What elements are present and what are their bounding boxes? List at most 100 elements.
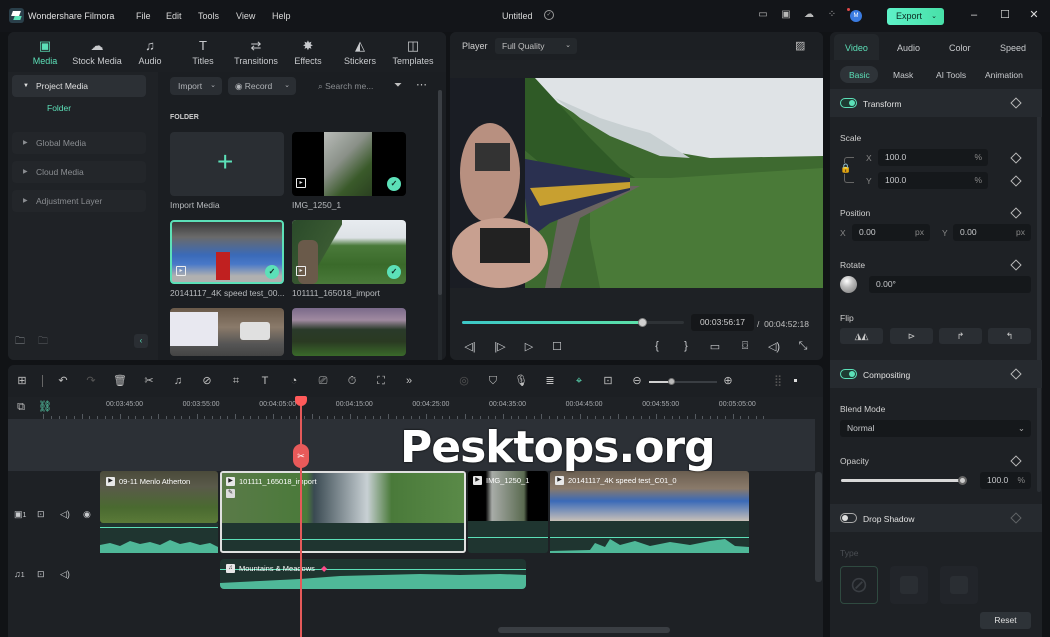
tab-media[interactable]: ▣ Media — [15, 38, 75, 66]
zoom-in-icon[interactable]: ⊕ — [721, 374, 735, 388]
next-frame-icon[interactable]: |▷ — [493, 340, 507, 353]
import-media-tile[interactable]: + — [170, 132, 284, 196]
close-button[interactable]: ✕ — [1027, 8, 1041, 22]
tab-video[interactable]: Video — [845, 43, 868, 53]
music-list-icon[interactable]: ≣ — [543, 374, 557, 388]
redo-icon[interactable]: ↷ — [84, 374, 98, 388]
subtab-basic[interactable]: Basic — [849, 70, 870, 80]
keyframe-icon[interactable] — [1010, 152, 1022, 164]
tag-icon[interactable]: ⊘ — [200, 374, 214, 388]
layout-icon[interactable]: ▭ — [757, 9, 769, 21]
mute-track-icon[interactable]: ◁) — [60, 509, 70, 520]
zoom-out-icon[interactable]: ⊖ — [630, 374, 644, 388]
menu-tools[interactable]: Tools — [198, 11, 219, 21]
menu-edit[interactable]: Edit — [166, 11, 182, 21]
split-playhead-icon[interactable]: ✂ — [293, 444, 309, 468]
search-input[interactable]: ⌕ Search me... — [318, 77, 373, 95]
collapse-sidebar-button[interactable]: ‹ — [134, 334, 148, 348]
media-scrollbar[interactable] — [438, 90, 442, 295]
timeline-vertical-scrollbar[interactable] — [815, 472, 822, 582]
camera-snapshot-icon[interactable]: ⌼ — [738, 340, 752, 353]
timeline-zoom-slider[interactable] — [649, 378, 717, 385]
mute-track-icon[interactable]: ◁) — [60, 569, 70, 580]
marker-icon[interactable]: ⛉ — [486, 374, 500, 388]
keyframe-icon[interactable] — [1010, 207, 1022, 219]
tab-stickers[interactable]: ◭ Stickers — [330, 38, 390, 66]
volume-icon[interactable]: ◁) — [767, 340, 781, 353]
text-icon[interactable]: T — [258, 374, 272, 388]
tab-speed[interactable]: Speed — [1000, 43, 1026, 53]
properties-scrollbar[interactable] — [1037, 92, 1041, 492]
lock-icon[interactable]: 🔒 — [840, 163, 852, 174]
position-x-input[interactable]: 0.00 px — [852, 224, 930, 241]
layout-grid-icon[interactable]: ⊞ — [15, 374, 29, 388]
menu-dot-icon[interactable] — [794, 379, 797, 382]
opacity-slider[interactable] — [841, 476, 967, 485]
tab-audio[interactable]: Audio — [897, 43, 920, 53]
transform-toggle[interactable] — [840, 98, 857, 108]
reset-button[interactable]: Reset — [980, 612, 1031, 629]
tab-templates[interactable]: ◫ Templates — [383, 38, 443, 66]
export-button[interactable]: Export ⌄ — [887, 8, 944, 25]
delete-icon[interactable]: 🗑 — [113, 374, 127, 388]
fullscreen-icon[interactable]: ⤡ — [796, 340, 810, 353]
tab-effects[interactable]: ✸ Effects — [278, 38, 338, 66]
menu-view[interactable]: View — [236, 11, 255, 21]
tab-titles[interactable]: T Titles — [173, 38, 233, 66]
more-tools-icon[interactable]: » — [402, 374, 416, 388]
maximize-button[interactable]: ☐ — [998, 8, 1012, 22]
menu-help[interactable]: Help — [272, 11, 291, 21]
subtab-mask[interactable]: Mask — [893, 70, 913, 80]
timeline-ruler[interactable]: 00:03:45:00 00:03:55:00 00:04:05:00 00:04:1… — [43, 397, 823, 419]
avatar[interactable]: M — [850, 10, 862, 22]
crop-icon[interactable]: ⌗ — [229, 374, 243, 388]
play-icon[interactable]: ▷ — [522, 340, 536, 353]
minimize-button[interactable]: – — [967, 8, 981, 22]
display-settings-icon[interactable]: ▭ — [708, 340, 722, 353]
stop-icon[interactable]: ☐ — [550, 340, 564, 353]
prev-frame-icon[interactable]: ◁| — [463, 340, 477, 353]
save-icon[interactable]: ▣ — [780, 9, 792, 21]
ai-portrait-icon[interactable]: ⎚ — [316, 374, 330, 388]
media-thumbnail[interactable] — [170, 308, 284, 356]
rotate-right-button[interactable]: ↱ — [939, 328, 982, 344]
cloud-upload-icon[interactable]: ☁ — [803, 9, 815, 21]
undo-icon[interactable]: ↶ — [56, 374, 70, 388]
keyframe-icon[interactable] — [1010, 455, 1022, 467]
media-thumbnail[interactable]: ▸ ✓ — [292, 132, 406, 196]
mark-out-icon[interactable]: } — [679, 340, 693, 352]
speed-icon[interactable]: ◔ — [287, 374, 301, 388]
tab-audio[interactable]: ♫ Audio — [120, 38, 180, 66]
timeline-horizontal-scrollbar[interactable] — [498, 627, 670, 633]
new-folder-icon[interactable]: 🗀 — [15, 334, 25, 351]
sidebar-item-cloud-media[interactable]: ▶ Cloud Media — [12, 161, 146, 183]
link-icon[interactable]: ⛓ — [38, 400, 52, 414]
menu-file[interactable]: File — [136, 11, 151, 21]
microphone-icon[interactable]: 🎙 — [514, 374, 528, 388]
flip-vertical-button[interactable]: ⊳ — [890, 328, 933, 344]
tab-transitions[interactable]: ⇄ Transitions — [226, 38, 286, 66]
opacity-slider-handle[interactable] — [958, 476, 967, 485]
rotate-input[interactable]: 0.00° — [869, 276, 1031, 293]
tab-color[interactable]: Color — [949, 43, 971, 53]
lock-track-icon[interactable]: ⊡ — [37, 569, 45, 580]
add-track-icon[interactable]: ⧉ — [14, 400, 28, 414]
rotate-dial[interactable] — [840, 276, 857, 293]
position-y-input[interactable]: 0.00 px — [953, 224, 1031, 241]
timeline-clip[interactable]: ▶ IMG_1250_1 — [468, 471, 548, 553]
sidebar-item-folder[interactable]: Folder — [47, 103, 71, 113]
record-dropdown[interactable]: ◉ Record ⌄ — [228, 77, 296, 95]
tab-stock-media[interactable]: ☁ Stock Media — [67, 38, 127, 66]
playhead[interactable] — [300, 398, 302, 637]
audio-clip[interactable]: ♫ Mountains & Meadows ◆ — [220, 559, 526, 589]
sidebar-item-project-media[interactable]: ▼ Project Media — [12, 75, 146, 97]
snap-icon[interactable]: ⌖ — [572, 374, 586, 388]
filter-icon[interactable]: ⏷ — [394, 80, 402, 91]
more-options-icon[interactable]: ⋯ — [416, 78, 427, 91]
lock-track-icon[interactable]: ⊡ — [37, 509, 45, 520]
scale-y-input[interactable]: 100.0% — [878, 172, 988, 189]
auto-reframe-icon[interactable]: ⛶ — [374, 374, 388, 388]
media-thumbnail[interactable] — [292, 308, 406, 356]
flip-horizontal-button[interactable]: ◮◭ — [840, 328, 883, 344]
opacity-input[interactable]: 100.0% — [980, 472, 1031, 489]
